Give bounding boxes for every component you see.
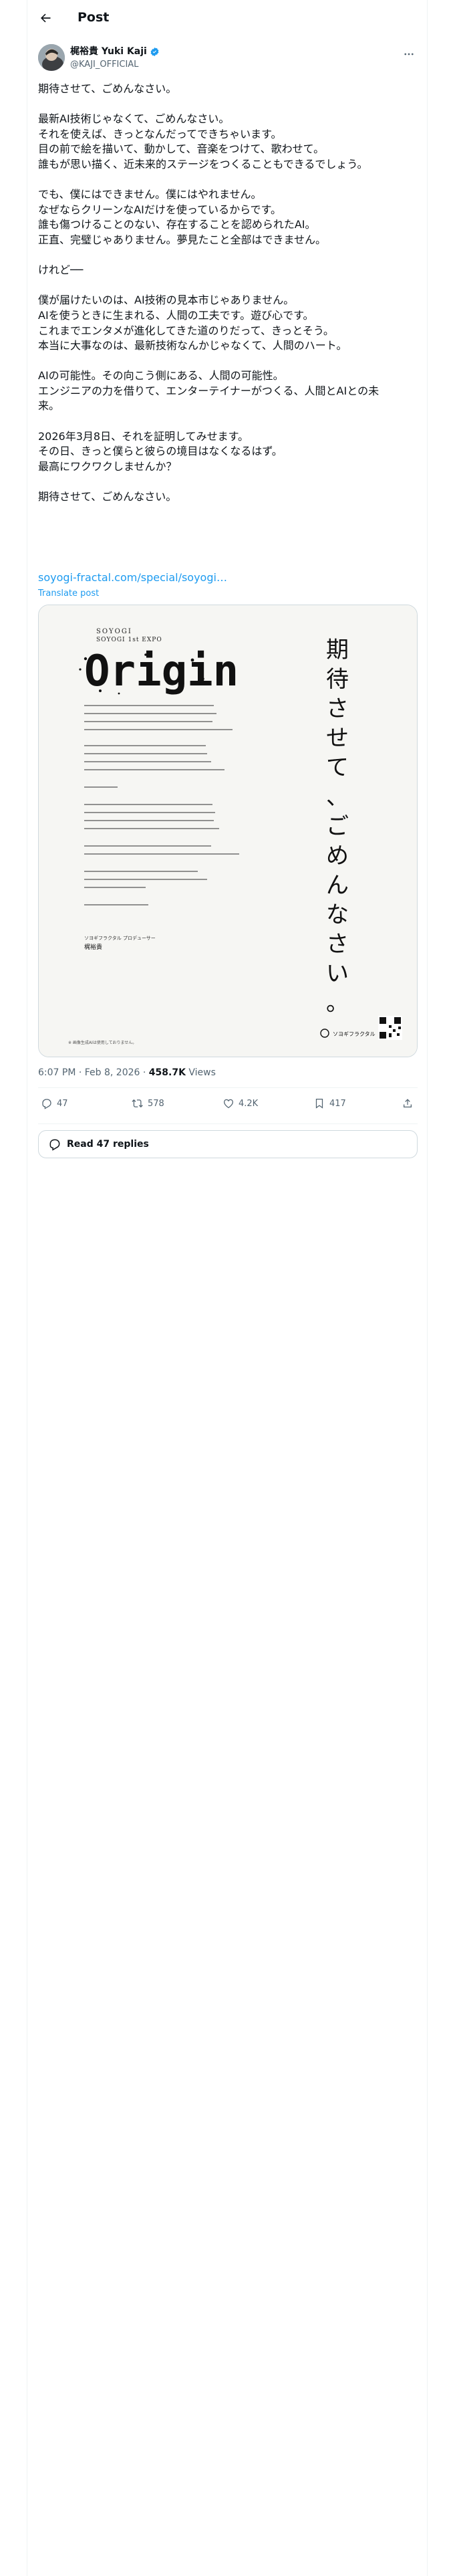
tweet-paragraph: 期待させて、ごめんなさい。 bbox=[38, 490, 418, 505]
poster-image: SOYOGI SOYOGI 1st EXPO Origin ソヨギフラクタル プ… bbox=[39, 605, 417, 1057]
bookmark-count: 417 bbox=[329, 1098, 346, 1109]
tweet-line: AIの可能性。その向こう側にある、人間の可能性。 bbox=[38, 369, 284, 383]
verified-badge-icon bbox=[150, 47, 159, 56]
repost-button[interactable]: 578 bbox=[132, 1097, 164, 1109]
tweet-line: 2026年3月8日、それを証明してみせます。 bbox=[38, 429, 249, 443]
tweet-paragraph: けれど── bbox=[38, 263, 418, 278]
tweet-line: 正直、完璧じゃありません。夢見たこと全部はできません。 bbox=[38, 233, 327, 246]
poster-footnote: ※ 画像生成AIは使用しておりません。 bbox=[68, 1040, 136, 1045]
tweet-line: これまでエンタメが進化してきた道のりだって、きっとそう。 bbox=[38, 324, 334, 337]
poster-brand2: SOYOGI 1st EXPO bbox=[96, 637, 162, 643]
author-block: 梶裕貴 Yuki Kaji @KAJI_OFFICIAL bbox=[38, 44, 418, 76]
reply-button[interactable]: 47 bbox=[41, 1097, 68, 1109]
author-handle[interactable]: @KAJI_OFFICIAL bbox=[70, 59, 138, 71]
tweet-line: 期待させて、ごめんなさい。 bbox=[38, 82, 177, 95]
tweet-line: AIを使うときに生まれる、人間の工夫です。遊び心です。 bbox=[38, 308, 314, 322]
tweet-line: 本当に大事なのは、最新技術なんかじゃなくて、人間のハート。 bbox=[38, 339, 347, 352]
tweet-line: なぜならクリーンなAIだけを使っているからです。 bbox=[38, 203, 281, 216]
tweet-line: 僕が届けたいのは、AI技術の見本市じゃありません。 bbox=[38, 294, 295, 307]
tweet-line: でも、僕にはできません。僕にはやれません。 bbox=[38, 188, 262, 201]
main-column: Post 梶裕貴 Yuki Kaji @KAJI_OFFICIAL 期待させて、… bbox=[27, 0, 428, 2576]
tweet-paragraph: 僕が届けたいのは、AI技術の見本市じゃありません。 AIを使うときに生まれる、人間… bbox=[38, 293, 418, 353]
tweet-line: その日、きっと僕らと彼らの境目はなくなるはず。 bbox=[38, 445, 283, 458]
divider-top bbox=[38, 1087, 418, 1088]
reply-icon bbox=[42, 1099, 51, 1109]
tweet-paragraph: AIの可能性。その向こう側にある、人間の可能性。 エンジニアの力を借りて、エンター… bbox=[38, 368, 418, 414]
tweet-line: 期待させて、ごめんなさい。 bbox=[38, 490, 177, 504]
read-replies-label: Read 47 replies bbox=[67, 1139, 149, 1150]
back-button[interactable] bbox=[35, 8, 55, 28]
tweet-line: エンジニアの力を借りて、エンターテイナーがつくる、人間とAIとの未 bbox=[38, 384, 380, 397]
like-button[interactable]: 4.2K bbox=[222, 1097, 258, 1109]
author-name-text: 梶裕貴 Yuki Kaji bbox=[70, 46, 147, 57]
tweet-meta: 6:07 PM · Feb 8, 2026 · 458.7K Views bbox=[38, 1066, 216, 1079]
author-name[interactable]: 梶裕貴 Yuki Kaji bbox=[70, 45, 160, 58]
more-icon bbox=[404, 53, 414, 56]
like-icon bbox=[223, 1099, 234, 1109]
top-bar: Post bbox=[27, 0, 428, 35]
divider-bottom bbox=[38, 1123, 418, 1124]
action-bar: 47 578 4.2K 417 bbox=[38, 1089, 418, 1121]
tweet-timestamp[interactable]: 6:07 PM · Feb 8, 2026 · bbox=[38, 1067, 149, 1078]
view-count: 458.7K bbox=[148, 1067, 186, 1078]
tweet-line: 来。 bbox=[38, 399, 60, 413]
poster-signature-role: ソヨギフラクタル プロデューサー bbox=[84, 935, 156, 941]
translate-link[interactable]: Translate post bbox=[38, 588, 99, 599]
page-title: Post bbox=[78, 10, 110, 25]
poster-brand: SOYOGI bbox=[96, 628, 132, 635]
back-arrow-icon bbox=[41, 13, 51, 23]
more-button[interactable] bbox=[400, 45, 418, 63]
tweet-link[interactable]: soyogi-fractal.com/special/soyogi… bbox=[38, 570, 227, 585]
tweet-paragraph: 2026年3月8日、それを証明してみせます。その日、きっと僕らと彼らの境目はなく… bbox=[38, 429, 418, 475]
share-button[interactable] bbox=[402, 1097, 414, 1109]
repost-icon bbox=[132, 1099, 143, 1108]
poster-logo: Origin bbox=[84, 647, 239, 696]
poster-footer: ソヨギフラクタル bbox=[333, 1031, 375, 1037]
tweet-image[interactable]: SOYOGI SOYOGI 1st EXPO Origin ソヨギフラクタル プ… bbox=[38, 605, 418, 1057]
tweet-line: それを使えば、きっとなんだってできちゃいます。 bbox=[38, 127, 282, 140]
tweet-line: けれど── bbox=[38, 263, 84, 277]
bookmark-icon bbox=[315, 1098, 323, 1109]
read-replies-button[interactable]: Read 47 replies bbox=[38, 1130, 418, 1158]
bookmark-button[interactable]: 417 bbox=[313, 1097, 346, 1109]
views-label: Views bbox=[185, 1067, 216, 1078]
tweet-paragraph: でも、僕にはできません。僕にはやれません。なぜならクリーンなAIだけを使っている… bbox=[38, 187, 418, 247]
poster-signature-name: 梶裕貴 bbox=[84, 943, 102, 951]
qr-code bbox=[378, 1016, 402, 1040]
tweet-paragraph: 期待させて、ごめんなさい。 bbox=[38, 82, 418, 97]
like-count: 4.2K bbox=[239, 1098, 259, 1109]
tweet-line: 誰もが思い描く、近未来的ステージをつくることもできるでしょう。 bbox=[38, 157, 368, 171]
repost-count: 578 bbox=[148, 1098, 164, 1109]
tweet-text: 期待させて、ごめんなさい。 最新AI技術じゃなくて、ごめんなさい。 それを使えば、き… bbox=[38, 82, 418, 505]
tweet-line: 最高にワクワクしませんか？ bbox=[38, 459, 177, 473]
reply-count: 47 bbox=[57, 1098, 68, 1109]
share-icon bbox=[404, 1099, 412, 1107]
tweet-line: 最新AI技術じゃなくて、ごめんなさい。 bbox=[38, 112, 230, 126]
tweet-paragraph: 最新AI技術じゃなくて、ごめんなさい。 それを使えば、きっとなんだってできちゃいま… bbox=[38, 112, 418, 172]
avatar[interactable] bbox=[38, 44, 65, 71]
tweet-line: 誰も傷つけることのない、存在することを認められたAI。 bbox=[38, 218, 316, 231]
speech-bubble-icon bbox=[49, 1139, 60, 1151]
tweet-line: 目の前で絵を描いて、動かして、音楽をつけて、歌わせて。 bbox=[38, 142, 325, 156]
